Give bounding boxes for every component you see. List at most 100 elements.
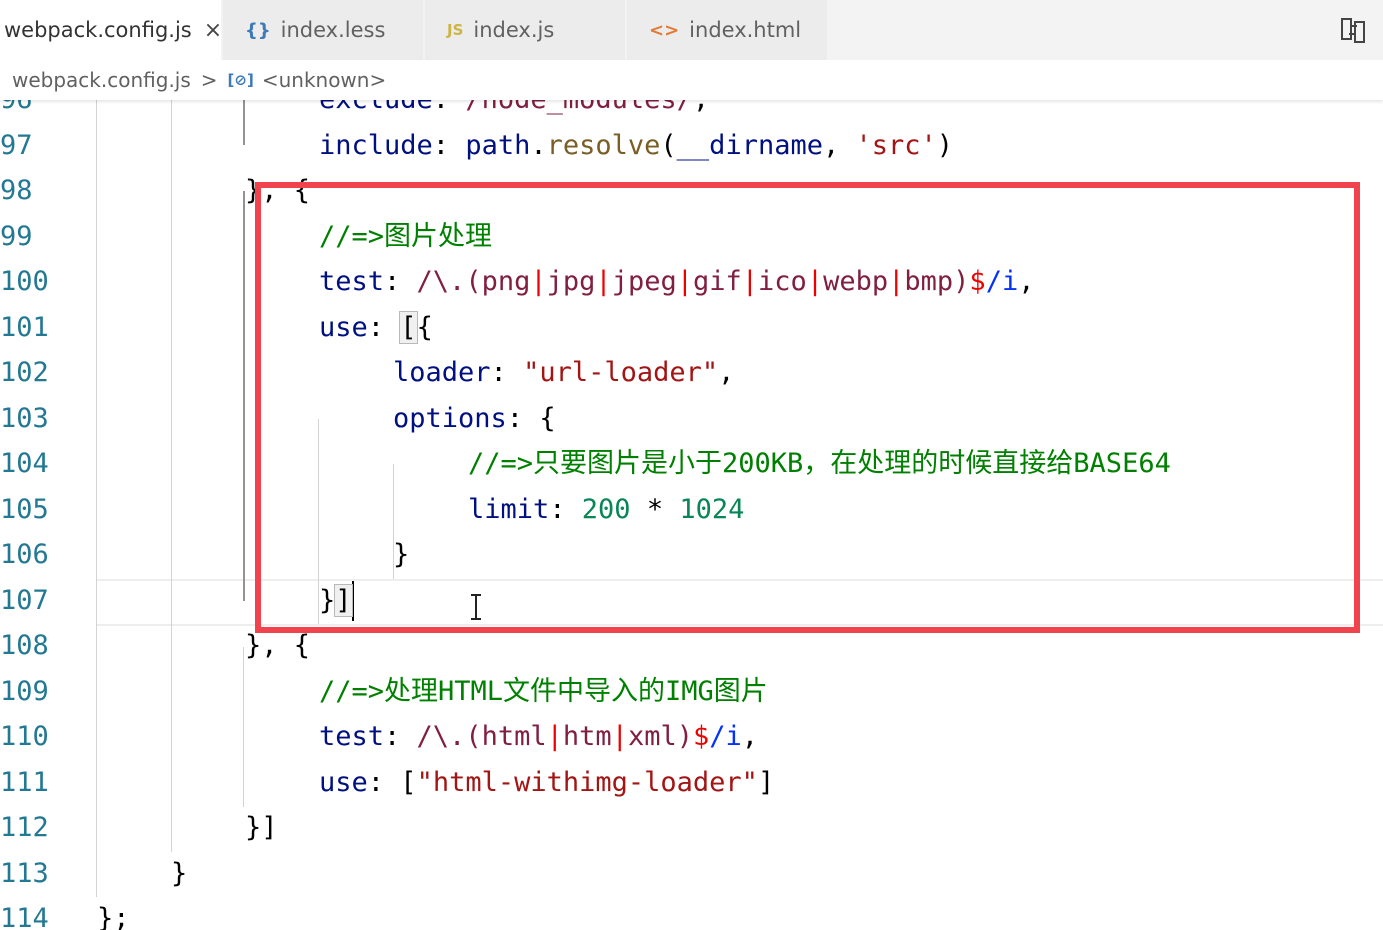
token: /node_modules/ [465, 100, 693, 115]
tab-index-html[interactable]: <> index.html [627, 0, 828, 60]
code-line-105: limit: 200 * 1024 [468, 487, 744, 533]
tab-index-js[interactable]: JS index.js [425, 0, 626, 60]
code-line-114: }; [97, 903, 130, 930]
token: jpeg [611, 266, 677, 297]
tab-index-less[interactable]: {} index.less [223, 0, 424, 60]
token: /\. [416, 721, 466, 752]
code-line-110: test: /\.(html|htm|xml)$/i, [319, 714, 758, 760]
line-number: 99 [0, 220, 33, 252]
token: /i [985, 266, 1019, 297]
code-line-111: use: ["html-withimg-loader"] [319, 760, 774, 806]
close-icon[interactable]: × [204, 18, 222, 43]
token: xml [627, 721, 677, 752]
js-file-icon: JS [447, 21, 464, 39]
breadcrumb-symbol[interactable]: <unknown> [262, 68, 386, 92]
compare-changes-icon[interactable] [1338, 16, 1368, 44]
code-line-112: }] [245, 812, 278, 843]
token: __dirname [676, 129, 823, 161]
token: , [741, 721, 759, 752]
token: ( [660, 129, 677, 161]
token: : [367, 311, 401, 343]
token: "url-loader" [523, 357, 719, 388]
tab-label: index.html [689, 18, 802, 42]
code-line-104: //=>只要图片是小于200KB，在处理的时候直接给BASE64 [468, 448, 1171, 479]
token: | [611, 721, 628, 752]
token: ) [953, 266, 970, 297]
indent-guide [96, 100, 97, 897]
token: options [393, 402, 507, 434]
token: jpg [546, 266, 596, 297]
less-file-icon: {} [245, 19, 271, 41]
token: | [806, 266, 824, 297]
indent-guide [243, 647, 244, 807]
token: ) [676, 721, 693, 752]
token: : [432, 129, 466, 161]
token: resolve [546, 129, 661, 161]
code-line-101: use: [{ [319, 305, 433, 351]
token: use [319, 311, 368, 343]
token: /i [709, 721, 742, 752]
code-line-113: } [171, 857, 188, 889]
token: ] [757, 766, 775, 798]
code-line-100: test: /\.(png|jpg|jpeg|gif|ico|webp|bmp)… [319, 259, 1034, 305]
line-number: 110 [0, 721, 49, 752]
line-number: 107 [0, 584, 49, 616]
token: /\. [416, 266, 466, 297]
token: ico [758, 266, 807, 297]
token: } [319, 584, 336, 616]
token: [ [400, 766, 417, 798]
tab-label: index.js [473, 18, 555, 42]
token: ) [936, 129, 954, 161]
token: , [822, 129, 856, 161]
token: test [319, 721, 385, 752]
code-line-102: loader: "url-loader", [393, 350, 734, 396]
code-line-98: }, { [245, 175, 311, 206]
token: : [367, 766, 401, 798]
indent-guide [243, 100, 245, 145]
token: $ [692, 721, 710, 752]
token: , [1018, 266, 1035, 297]
line-number: 98 [0, 175, 33, 206]
token: png [481, 266, 531, 297]
html-file-icon: <> [649, 19, 680, 41]
token: exclude [319, 100, 433, 115]
line-number: 104 [0, 448, 49, 479]
token: : [490, 357, 524, 388]
token: | [595, 266, 612, 297]
token: , [718, 357, 735, 388]
chevron-right-icon: > [200, 68, 218, 92]
line-number: 106 [0, 539, 49, 570]
code-line-99: //=>图片处理 [319, 220, 493, 252]
line-number: 111 [0, 766, 49, 798]
token: 200 [581, 493, 631, 525]
token: path [465, 129, 531, 161]
code-line-103: options: { [393, 396, 556, 442]
breadcrumb-file[interactable]: webpack.config.js [12, 68, 191, 92]
token: | [676, 266, 693, 297]
token: limit [468, 493, 550, 525]
token: "html-withimg-loader" [416, 766, 758, 798]
line-number: 97 [0, 129, 33, 161]
token: | [888, 266, 905, 297]
token: { [539, 402, 556, 434]
token: | [530, 266, 547, 297]
code-line-97: include: path.resolve(__dirname, 'src') [319, 123, 953, 169]
token: $ [969, 266, 986, 297]
line-number: 109 [0, 675, 49, 707]
token: ] [334, 583, 353, 617]
token: | [741, 266, 759, 297]
tab-label: index.less [280, 18, 386, 42]
token: , [693, 100, 709, 115]
token: bmp [904, 266, 954, 297]
token: : [506, 402, 540, 434]
line-number: 108 [0, 630, 49, 661]
code-editor[interactable]: 96 97 98 99 100 101 102 103 104 105 106 … [0, 100, 1383, 930]
indent-guide [243, 191, 245, 601]
token: : [384, 721, 417, 752]
token: . [530, 129, 547, 161]
line-number: 102 [0, 357, 49, 388]
indent-guide [171, 100, 172, 852]
token: webp [823, 266, 889, 297]
code-line-96: exclude: /node_modules/, [319, 100, 709, 123]
tab-webpack-config[interactable]: webpack.config.js × [0, 0, 222, 60]
